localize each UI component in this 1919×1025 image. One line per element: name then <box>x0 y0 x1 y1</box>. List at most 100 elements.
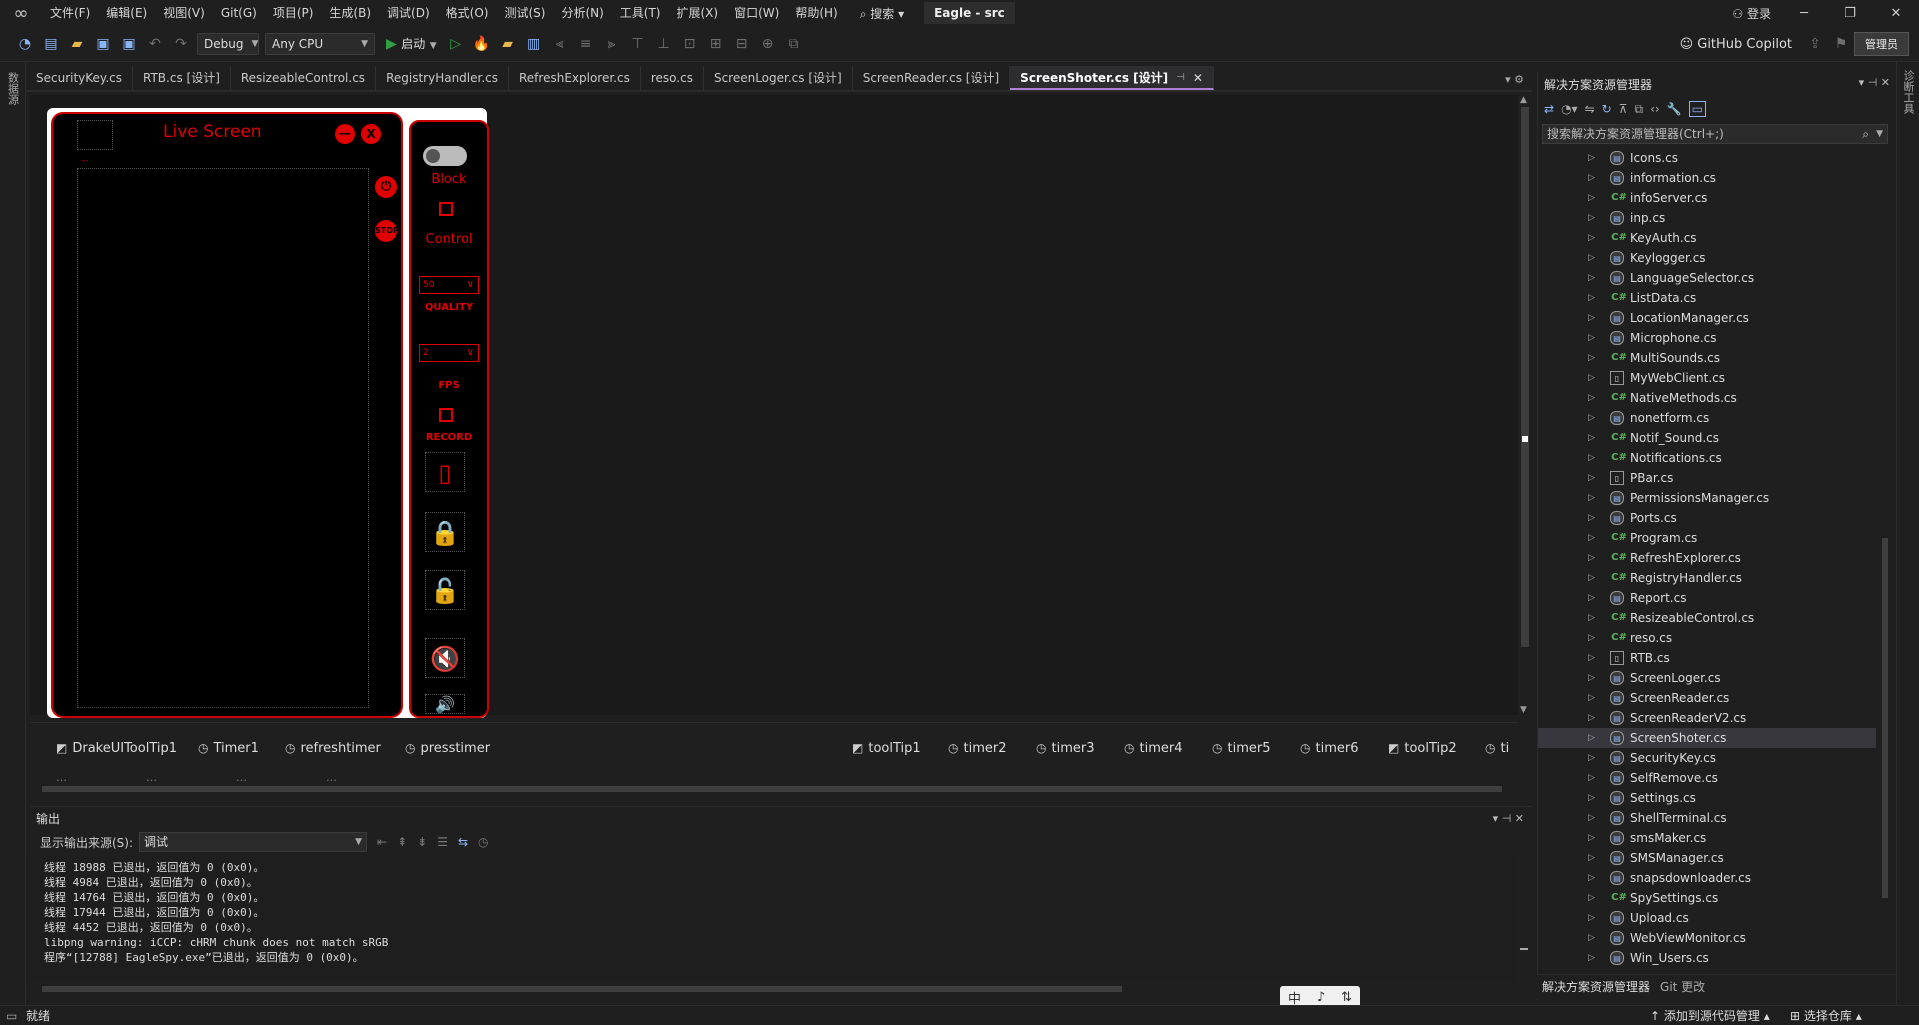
redo-icon[interactable]: ↷ <box>170 33 192 55</box>
tree-item[interactable]: ▷ ▯ MyWebClient.cs <box>1538 368 1876 388</box>
tree-item[interactable]: ▷ ▤ nonetform.cs <box>1538 408 1876 428</box>
tab-reso[interactable]: reso.cs <box>641 66 704 90</box>
expand-arrow-icon[interactable]: ▷ <box>1588 588 1595 608</box>
quality-select[interactable]: 50 ∨ <box>419 276 479 294</box>
tree-item[interactable]: ▷ C# MultiSounds.cs <box>1538 348 1876 368</box>
tree-item[interactable]: ▷ C# reso.cs <box>1538 628 1876 648</box>
solution-vertical-scrollbar[interactable] <box>1878 148 1892 966</box>
menu-window[interactable]: 窗口(W) <box>726 0 787 26</box>
expand-arrow-icon[interactable]: ▷ <box>1588 568 1595 588</box>
tab-securitykey[interactable]: SecurityKey.cs <box>26 66 133 90</box>
add-to-source-control-button[interactable]: ↑ 添加到源代码管理 ▴ <box>1650 1006 1770 1025</box>
tree-item[interactable]: ▷ ▤ information.cs <box>1538 168 1876 188</box>
minimize-window-button[interactable]: ─ <box>1781 6 1827 21</box>
screen-preview-area[interactable] <box>77 168 369 708</box>
expand-arrow-icon[interactable]: ▷ <box>1588 248 1595 268</box>
volume-icon[interactable]: 🔊 <box>425 694 465 714</box>
align-middle-icon[interactable]: ⊥ <box>653 33 675 55</box>
minimize-button[interactable]: — <box>335 124 355 144</box>
tree-item[interactable]: ▷ ▤ Settings.cs <box>1538 788 1876 808</box>
scroll-up-icon[interactable]: ▲ <box>1520 95 1527 105</box>
stop-button[interactable]: STOP <box>375 220 399 242</box>
scroll-down-icon[interactable]: ▼ <box>1520 705 1527 715</box>
tree-item[interactable]: ▷ C# RegistryHandler.cs <box>1538 568 1876 588</box>
expand-arrow-icon[interactable]: ▷ <box>1588 368 1595 388</box>
tree-item[interactable]: ▷ ▤ Report.cs <box>1538 588 1876 608</box>
expand-arrow-icon[interactable]: ▷ <box>1588 648 1595 668</box>
output-source-dropdown[interactable]: 调试 ▼ <box>139 832 368 852</box>
expand-arrow-icon[interactable]: ▷ <box>1588 868 1595 888</box>
undo-icon[interactable]: ↶ <box>144 33 166 55</box>
tray-horizontal-scrollbar[interactable] <box>30 782 1532 796</box>
menu-test[interactable]: 测试(S) <box>496 0 553 26</box>
expand-arrow-icon[interactable]: ▷ <box>1588 488 1595 508</box>
expand-arrow-icon[interactable]: ▷ <box>1588 748 1595 768</box>
expand-arrow-icon[interactable]: ▷ <box>1588 608 1595 628</box>
make-same-size-icon[interactable]: ⊡ <box>679 33 701 55</box>
expand-arrow-icon[interactable]: ▷ <box>1588 848 1595 868</box>
find-message-icon[interactable]: ⇤ <box>377 835 387 849</box>
component-tooltip2[interactable]: ◩ toolTip2 <box>1388 741 1457 756</box>
expand-arrow-icon[interactable]: ▷ <box>1588 268 1595 288</box>
login-button[interactable]: ⚇ 登录 <box>1722 5 1781 22</box>
expand-arrow-icon[interactable]: ▷ <box>1588 888 1595 908</box>
view-code-icon[interactable]: ‹› <box>1650 102 1660 116</box>
tab-screenreader-design[interactable]: ScreenReader.cs [设计] <box>853 66 1011 90</box>
tree-item[interactable]: ▷ ▤ LanguageSelector.cs <box>1538 268 1876 288</box>
expand-arrow-icon[interactable]: ▷ <box>1588 788 1595 808</box>
tree-item[interactable]: ▷ ▤ ScreenReader.cs <box>1538 688 1876 708</box>
save-all-icon[interactable]: ▣ <box>118 33 140 55</box>
component-refreshtimer[interactable]: ◷ refreshtimer <box>285 741 381 756</box>
align-right-icon[interactable]: ⫸ <box>601 33 623 55</box>
tab-solution-explorer[interactable]: 解决方案资源管理器 <box>1537 978 1655 995</box>
tree-item[interactable]: ▷ ▤ inp.cs <box>1538 208 1876 228</box>
tree-item[interactable]: ▷ ▤ LocationManager.cs <box>1538 308 1876 328</box>
scroll-thumb[interactable] <box>1882 538 1888 898</box>
pending-changes-icon[interactable]: ◔▾ <box>1561 102 1578 116</box>
expand-arrow-icon[interactable]: ▷ <box>1588 908 1595 928</box>
align-top-icon[interactable]: ⊤ <box>627 33 649 55</box>
select-repository-button[interactable]: ⊞ 选择仓库 ▴ <box>1790 1006 1862 1025</box>
tab-screenshoter-design[interactable]: ScreenShoter.cs [设计] ⊣ ✕ <box>1010 66 1214 90</box>
spacing-icon[interactable]: ⊟ <box>731 33 753 55</box>
configuration-dropdown[interactable]: Debug ▼ <box>197 32 259 55</box>
start-button[interactable]: ▶ 启动 ▼ <box>386 35 437 52</box>
tree-item[interactable]: ▷ C# NativeMethods.cs <box>1538 388 1876 408</box>
expand-arrow-icon[interactable]: ▷ <box>1588 708 1595 728</box>
tab-refreshexplorer[interactable]: RefreshExplorer.cs <box>509 66 641 90</box>
back-icon[interactable]: ◔ <box>14 33 36 55</box>
properties-icon[interactable]: 🔧 <box>1667 102 1682 116</box>
component-timer3[interactable]: ◷ timer3 <box>1036 741 1094 756</box>
component-drakeuitooltip1[interactable]: ◩ DrakeUIToolTip1 <box>56 741 177 756</box>
expand-arrow-icon[interactable]: ▷ <box>1588 548 1595 568</box>
tree-item[interactable]: ▷ ▤ ScreenLoger.cs <box>1538 668 1876 688</box>
tree-item[interactable]: ▷ C# Program.cs <box>1538 528 1876 548</box>
menu-tools[interactable]: 工具(T) <box>612 0 669 26</box>
mute-icon[interactable]: 🔇 <box>425 638 465 678</box>
expand-arrow-icon[interactable]: ▷ <box>1588 228 1595 248</box>
expand-arrow-icon[interactable]: ▷ <box>1588 188 1595 208</box>
close-window-button[interactable]: ✕ <box>1873 6 1919 21</box>
next-message-icon[interactable]: ⇟ <box>417 835 427 849</box>
expand-arrow-icon[interactable]: ▷ <box>1588 628 1595 648</box>
tree-item[interactable]: ▷ ▤ SecurityKey.cs <box>1538 748 1876 768</box>
scroll-thumb[interactable] <box>42 986 1122 992</box>
clear-all-icon[interactable]: ☰ <box>437 835 448 849</box>
menu-git[interactable]: Git(G) <box>213 0 265 26</box>
menu-debug[interactable]: 调试(D) <box>379 0 438 26</box>
tree-item[interactable]: ▷ ▤ Win_Users.cs <box>1538 948 1876 966</box>
tree-item[interactable]: ▷ ▤ smsMaker.cs <box>1538 828 1876 848</box>
align-center-icon[interactable]: ≡ <box>575 33 597 55</box>
panel-options-icon[interactable]: ▾ ⊣ ✕ <box>1493 807 1524 831</box>
expand-arrow-icon[interactable]: ▷ <box>1588 668 1595 688</box>
tab-screenloger-design[interactable]: ScreenLoger.cs [设计] <box>704 66 853 90</box>
expand-arrow-icon[interactable]: ▷ <box>1588 728 1595 748</box>
tree-item[interactable]: ▷ ▤ Microphone.cs <box>1538 328 1876 348</box>
tree-item[interactable]: ▷ ▤ ScreenReaderV2.cs <box>1538 708 1876 728</box>
tab-order-icon[interactable]: ⧉ <box>783 33 805 55</box>
expand-arrow-icon[interactable]: ▷ <box>1588 388 1595 408</box>
expand-arrow-icon[interactable]: ▷ <box>1588 448 1595 468</box>
component-truncated[interactable]: ◷ ti <box>1485 741 1509 756</box>
show-all-files-icon[interactable]: ⧉ <box>1634 102 1643 117</box>
pin-icon[interactable]: ⊣ <box>1176 66 1185 88</box>
